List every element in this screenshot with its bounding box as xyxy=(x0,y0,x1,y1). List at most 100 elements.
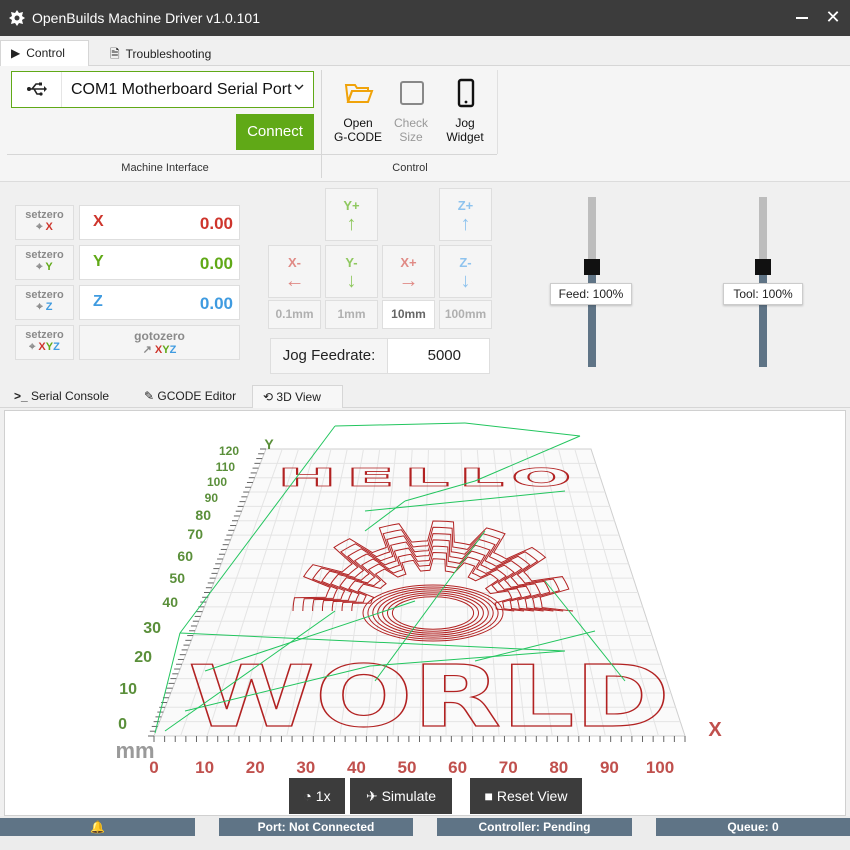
rapid-move xyxy=(464,422,581,437)
step-10mm-button[interactable]: 10mm xyxy=(382,300,435,329)
crosshair-icon: ⌖ xyxy=(36,261,43,273)
slider-track-upper xyxy=(588,197,596,266)
toolpath-scene: HELLOWORLD 01020304050607080901001101200… xyxy=(115,422,722,777)
dro-x-label: X xyxy=(93,213,104,230)
slider-track-lower xyxy=(759,266,767,367)
jog-xplus-button[interactable]: X+ → xyxy=(382,245,435,298)
3d-viewport[interactable]: HELLO WORLD 0 10 20 30 40 50 60 70 80 90 100 110 120 0… xyxy=(4,410,846,816)
xyz-x: X xyxy=(38,341,46,353)
y-tick-label: 80 xyxy=(195,507,211,523)
jog-xminus-button[interactable]: X- ← xyxy=(268,245,321,298)
y-tick-label: 100 xyxy=(207,475,227,489)
x-axis-label: X xyxy=(708,719,722,741)
tab-gcode-editor[interactable]: ✎ GCODE Editor xyxy=(134,385,249,408)
hello-toolpath: HELLO xyxy=(277,462,581,492)
y-tick-label: 70 xyxy=(187,526,203,542)
tab-3d-view[interactable]: ⟲ 3D View xyxy=(252,385,343,408)
setzero-x-button[interactable]: setzero ⌖ X xyxy=(15,205,74,240)
jog-zplus-button[interactable]: Z+ ↑ xyxy=(439,188,492,241)
main-tabs: ▶ Control 🗎 Troubleshooting xyxy=(0,36,850,67)
x-tick-label: 10 xyxy=(195,758,214,777)
y-tick-label: 120 xyxy=(219,444,239,458)
close-icon[interactable]: ✕ xyxy=(822,5,844,29)
x-tick-label: 40 xyxy=(347,758,366,777)
step-1mm-button[interactable]: 1mm xyxy=(325,300,378,329)
dro-y-value: 0.00 xyxy=(199,254,233,273)
x-tick-label: 60 xyxy=(448,758,467,777)
reset-view-label: Reset View xyxy=(496,788,568,804)
gotozero-button[interactable]: gotozero ↗ XYZ xyxy=(79,325,240,360)
jog-zminus-button[interactable]: Z- ↓ xyxy=(439,245,492,298)
jog-widget-button[interactable]: Jog Widget xyxy=(437,76,493,152)
notifications-status[interactable]: 🔔 xyxy=(0,818,195,836)
jog-xminus-label: X- xyxy=(288,255,301,270)
jog-feedrate-value[interactable]: 5000 xyxy=(428,347,461,364)
open-label-1: Open xyxy=(343,116,373,130)
tab-control[interactable]: ▶ Control xyxy=(0,40,89,67)
setzero-z-button[interactable]: setzero ⌖ Z xyxy=(15,285,74,320)
step-100mm-button[interactable]: 100mm xyxy=(439,300,492,329)
y-tick-label: 60 xyxy=(177,548,193,564)
rapid-move xyxy=(334,422,466,427)
open-label-2: G-CODE xyxy=(334,130,382,144)
window-title: OpenBuilds Machine Driver v1.0.101 xyxy=(32,10,261,26)
speed-button[interactable]: ◔ 1x xyxy=(289,778,345,814)
slider-handle[interactable] xyxy=(584,259,600,275)
xyz-z: Z xyxy=(53,341,60,353)
tab-troubleshooting-label: Troubleshooting xyxy=(125,47,212,61)
x-tick-label: 70 xyxy=(499,758,518,777)
bell-icon: 🔔 xyxy=(90,820,105,834)
ribbon-divider xyxy=(7,154,497,155)
x-tick-label: 50 xyxy=(398,758,417,777)
chart-line-icon: ↗ xyxy=(142,344,152,356)
jog-zminus-label: Z- xyxy=(459,255,472,270)
open-gcode-button[interactable]: Open G-CODE xyxy=(330,76,386,152)
crosshair-icon: ⌖ xyxy=(29,341,36,353)
folder-open-icon xyxy=(344,84,374,103)
tab-serial-console[interactable]: >_ Serial Console xyxy=(4,385,124,408)
y-tick-label: 20 xyxy=(134,649,152,666)
check-size-button[interactable]: Check Size xyxy=(383,76,439,152)
port-select[interactable]: COM1 Motherboard Serial Port xyxy=(11,71,314,108)
tool-override-slider[interactable] xyxy=(755,197,771,367)
ribbon: COM1 Motherboard Serial Port Connect Mac… xyxy=(0,66,850,182)
plane-icon: ✈ xyxy=(365,788,378,804)
y-tick-label: 40 xyxy=(162,594,178,610)
dro-y: Y 0.00 xyxy=(79,245,240,280)
jog-yminus-button[interactable]: Y- ↓ xyxy=(325,245,378,298)
step-0-1mm-button[interactable]: 0.1mm xyxy=(268,300,321,329)
minimize-icon[interactable] xyxy=(792,6,812,26)
jog-feedrate-field[interactable]: Jog Feedrate: 5000 xyxy=(270,338,490,374)
square-icon: ■ xyxy=(484,788,493,804)
check-label-2: Size xyxy=(399,130,423,144)
y-tick-label: 0 xyxy=(118,716,127,733)
mobile-phone-icon xyxy=(457,78,475,108)
slider-track-lower xyxy=(588,266,596,367)
setzero-y-button[interactable]: setzero ⌖ Y xyxy=(15,245,74,280)
gz-z: Z xyxy=(169,344,177,356)
setzero-axis-x: X xyxy=(45,221,53,233)
feed-override-slider[interactable] xyxy=(584,197,600,367)
dro-y-label: Y xyxy=(93,253,104,270)
crosshair-icon: ⌖ xyxy=(36,221,43,233)
cube-icon: ⟲ xyxy=(263,390,274,404)
setzero-xyz-button[interactable]: setzero ⌖ XYZ xyxy=(15,325,74,360)
reset-view-button[interactable]: ■ Reset View xyxy=(470,778,582,814)
simulate-button[interactable]: ✈ Simulate xyxy=(350,778,452,814)
simulate-label: Simulate xyxy=(381,788,437,804)
tab-troubleshooting[interactable]: 🗎 Troubleshooting xyxy=(100,40,230,66)
y-tick-label: 50 xyxy=(169,570,185,586)
machine-interface-label: Machine Interface xyxy=(121,162,209,174)
gotozero-label: gotozero xyxy=(134,329,185,343)
connect-button[interactable]: Connect xyxy=(236,114,314,150)
crosshair-icon: ⌖ xyxy=(36,301,43,313)
arrow-left-icon: ← xyxy=(284,270,305,292)
jog-feedrate-label: Jog Feedrate: xyxy=(271,339,388,373)
jog-yplus-button[interactable]: Y+ ↑ xyxy=(325,188,378,241)
controller-status: Controller: Pending xyxy=(437,818,632,836)
tab-3d-view-label: 3D View xyxy=(276,390,321,404)
view-tabs: >_ Serial Console ✎ GCODE Editor ⟲ 3D Vi… xyxy=(0,382,850,408)
ribbon-end-divider xyxy=(497,70,498,154)
slider-handle[interactable] xyxy=(755,259,771,275)
select-divider xyxy=(61,72,62,107)
